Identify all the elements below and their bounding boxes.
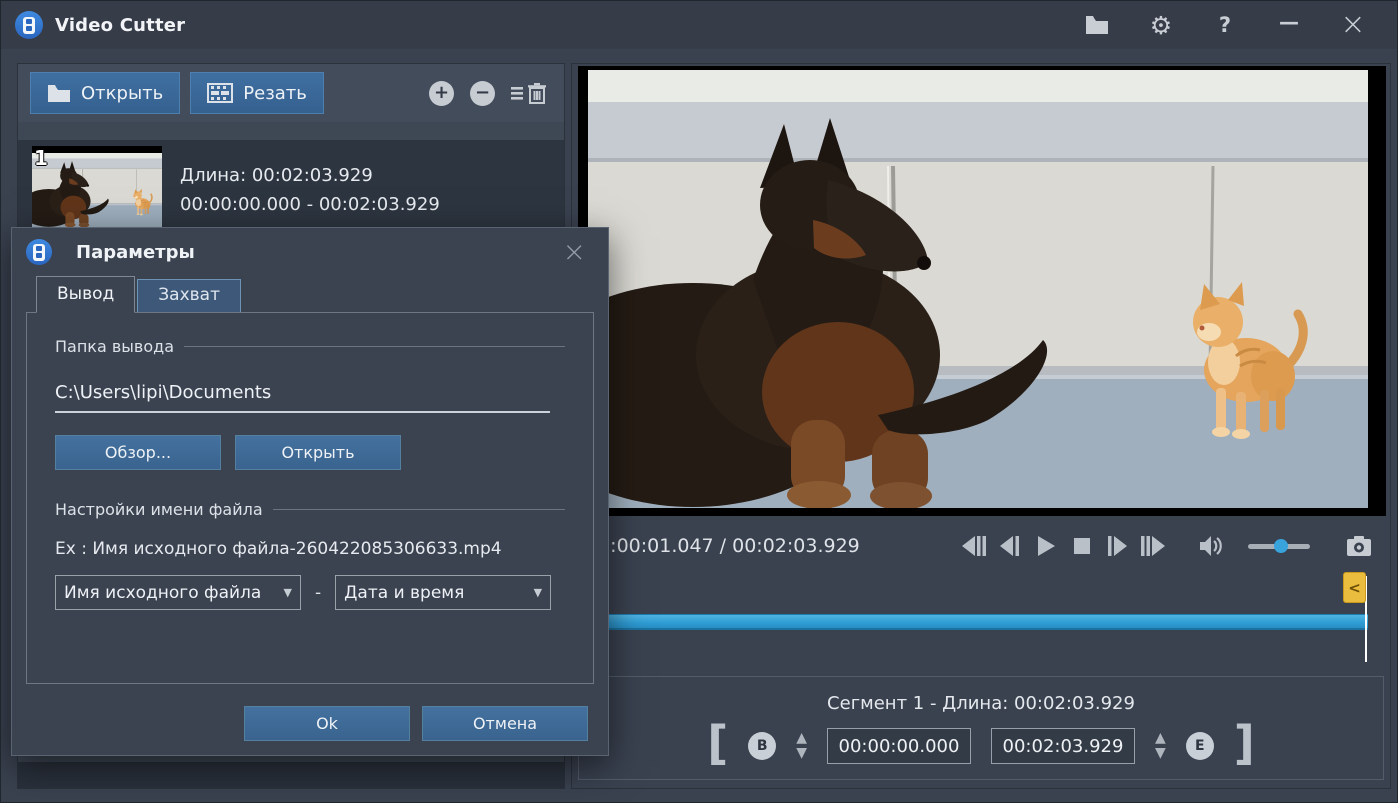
- chevron-down-icon: ▼: [534, 586, 542, 599]
- video-preview: [578, 66, 1386, 516]
- open-folder-button[interactable]: Открыть: [235, 435, 401, 470]
- playback-controls: 00:00:01.047 / 00:02:03.929: [572, 520, 1390, 572]
- segment-panel: Сегмент 1 - Длина: 00:02:03.929 [ B ▲ ▼ …: [578, 676, 1384, 780]
- end-time-spinner[interactable]: ▲ ▼: [1155, 733, 1166, 758]
- settings-gear-icon[interactable]: ⚙: [1147, 11, 1175, 39]
- filmstrip-icon: [207, 83, 233, 103]
- timeline-track[interactable]: [588, 614, 1368, 630]
- segment-close-bracket: ]: [1234, 727, 1255, 759]
- dialog-logo-icon: [26, 239, 52, 265]
- cut-button[interactable]: Резать: [190, 72, 324, 114]
- next-frame-button[interactable]: [1104, 533, 1131, 559]
- segment-start-field[interactable]: 00:00:00.000: [827, 728, 971, 764]
- spin-down-icon[interactable]: ▼: [1155, 748, 1166, 759]
- minus-icon: −: [475, 84, 490, 102]
- tab-output[interactable]: Вывод: [36, 276, 135, 313]
- filename-part2-dropdown[interactable]: Дата и время ▼: [335, 575, 551, 610]
- trash-icon: [528, 83, 546, 104]
- previous-keyframe-button[interactable]: [960, 533, 987, 559]
- output-folder-group-label: Папка вывода: [55, 337, 174, 356]
- plus-icon: +: [434, 84, 449, 102]
- time-display: 00:00:01.047 / 00:02:03.929: [586, 535, 860, 557]
- timeline: <: [572, 572, 1390, 672]
- open-file-button[interactable]: Открыть: [30, 72, 180, 114]
- output-path-field[interactable]: C:\Users\lipi\Documents: [55, 382, 550, 413]
- player-panel: 00:00:01.047 / 00:02:03.929: [571, 63, 1391, 789]
- list-icon: [511, 84, 525, 102]
- set-begin-button[interactable]: B: [748, 732, 776, 760]
- file-index-badge: 1: [34, 148, 48, 168]
- group-divider: [184, 346, 565, 347]
- ok-button[interactable]: Ok: [244, 706, 410, 741]
- filename-example: Ex : Имя исходного файла-260422085306633…: [55, 539, 565, 559]
- file-list-item[interactable]: 1 Длина: 00:02:03.929 00:00:00.000 - 00:…: [18, 140, 564, 240]
- cut-label: Резать: [243, 83, 307, 104]
- clear-list-button[interactable]: [511, 83, 546, 104]
- volume-slider-thumb[interactable]: [1274, 539, 1288, 553]
- set-end-button[interactable]: E: [1186, 732, 1214, 760]
- spin-up-icon[interactable]: ▲: [796, 733, 807, 744]
- open-file-label: Открыть: [81, 83, 163, 104]
- timeline-end-marker[interactable]: <: [1343, 572, 1366, 603]
- dialog-tabs: Вывод Захват: [36, 276, 608, 312]
- play-button[interactable]: [1032, 533, 1059, 559]
- stop-button[interactable]: [1068, 533, 1095, 559]
- dialog-title: Параметры: [76, 242, 195, 263]
- file-length-text: Длина: 00:02:03.929: [180, 165, 440, 186]
- file-list-toolbar: Открыть Резать + −: [18, 64, 564, 122]
- volume-icon[interactable]: [1198, 533, 1225, 559]
- video-scene: [588, 70, 1368, 508]
- list-footer: [18, 762, 564, 788]
- parameters-dialog: Параметры × Вывод Захват Папка вывода C:…: [11, 227, 609, 756]
- folder-icon: [47, 83, 71, 103]
- segment-title: Сегмент 1 - Длина: 00:02:03.929: [579, 693, 1383, 714]
- segment-end-field[interactable]: 00:02:03.929: [991, 728, 1135, 764]
- file-thumbnail: 1: [32, 146, 162, 234]
- app-logo-icon: [15, 11, 43, 39]
- segment-open-bracket: [: [707, 727, 728, 759]
- dialog-header: Параметры ×: [12, 228, 608, 276]
- minimize-button[interactable]: —: [1275, 11, 1303, 39]
- previous-frame-button[interactable]: [996, 533, 1023, 559]
- app-window: Video Cutter ⚙ ? — × Открыть: [0, 0, 1398, 803]
- open-folder-icon[interactable]: [1083, 11, 1111, 39]
- filename-part1-dropdown[interactable]: Имя исходного файла ▼: [55, 575, 301, 610]
- cancel-button[interactable]: Отмена: [422, 706, 588, 741]
- snapshot-button[interactable]: [1345, 533, 1372, 559]
- spin-down-icon[interactable]: ▼: [796, 748, 807, 759]
- tab-capture[interactable]: Захват: [137, 279, 241, 312]
- add-file-button[interactable]: +: [429, 81, 454, 106]
- remove-file-button[interactable]: −: [470, 81, 495, 106]
- help-icon[interactable]: ?: [1211, 11, 1239, 39]
- start-time-spinner[interactable]: ▲ ▼: [796, 733, 807, 758]
- group-divider: [273, 509, 565, 510]
- chevron-down-icon: ▼: [284, 586, 292, 599]
- end-marker-glyph: <: [1348, 579, 1361, 597]
- filename-group-label: Настройки имени файла: [55, 500, 263, 519]
- volume-slider[interactable]: [1248, 544, 1310, 549]
- output-tab-content: Папка вывода C:\Users\lipi\Documents Обз…: [26, 312, 594, 684]
- file-range-text: 00:00:00.000 - 00:02:03.929: [180, 194, 440, 215]
- spin-up-icon[interactable]: ▲: [1155, 733, 1166, 744]
- title-bar: Video Cutter ⚙ ? — ×: [1, 1, 1397, 49]
- next-keyframe-button[interactable]: [1140, 533, 1167, 559]
- close-button[interactable]: ×: [1339, 11, 1367, 39]
- app-title: Video Cutter: [55, 15, 185, 36]
- dialog-close-icon[interactable]: ×: [555, 238, 594, 266]
- browse-button[interactable]: Обзор...: [55, 435, 221, 470]
- filename-joiner: -: [315, 583, 321, 603]
